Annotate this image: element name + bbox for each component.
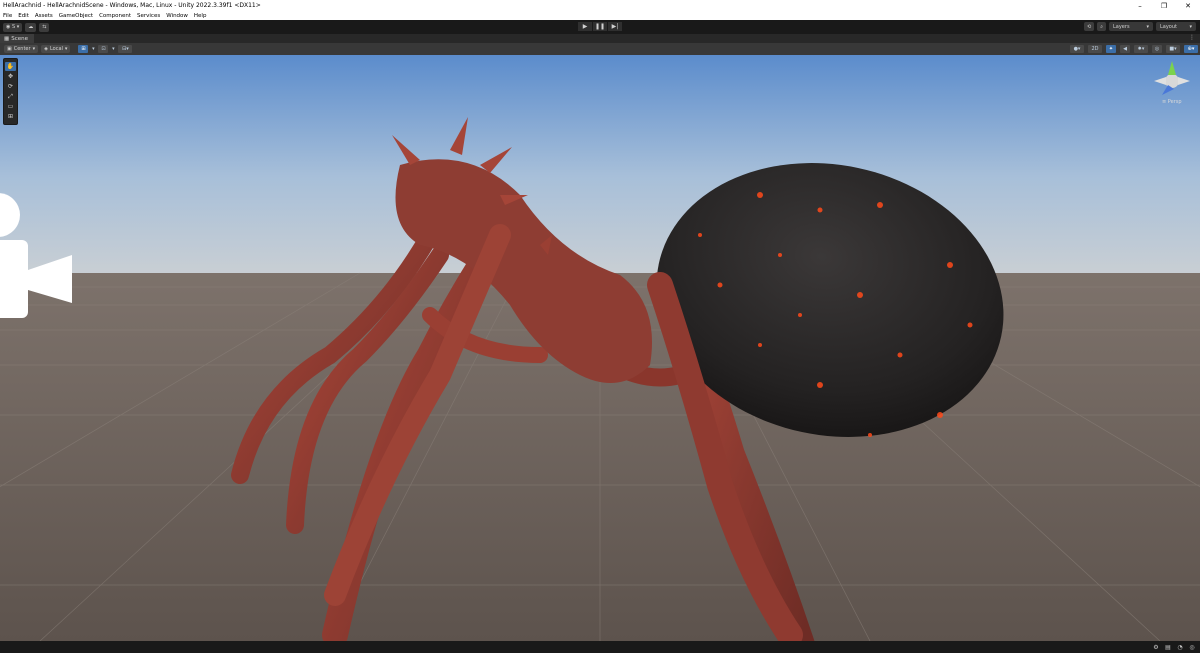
collab-button[interactable]: ⇆ (39, 22, 50, 32)
hand-tool-icon[interactable]: ✋ (5, 62, 16, 71)
menu-help[interactable]: Help (194, 13, 207, 19)
chevron-down-icon: ▾ (1146, 23, 1149, 30)
account-button[interactable]: ◉ S ▾ (3, 22, 23, 32)
editor-tab-bar: ▦ Scene (0, 34, 1200, 43)
hidden-objects-toggle[interactable]: ◎ (1152, 45, 1162, 53)
step-button[interactable]: ▶| (608, 22, 622, 31)
layout-dropdown[interactable]: Layout ▾ (1156, 22, 1196, 31)
layers-dropdown[interactable]: Layers ▾ (1109, 22, 1153, 31)
layout-label: Layout (1160, 23, 1177, 30)
chevron-down-icon: ▾ (15, 24, 20, 30)
close-button[interactable]: ✕ (1176, 0, 1200, 11)
audio-toggle[interactable]: ◀ (1120, 45, 1130, 53)
shading-sphere-icon: ●▾ (1073, 46, 1081, 52)
local-space-icon: ◈ (44, 46, 48, 52)
tab-more-menu[interactable]: ⋮ (1189, 34, 1195, 41)
increment-snap-toggle[interactable]: ⊡ (98, 45, 109, 53)
rect-tool-icon[interactable]: ▭ (5, 102, 16, 111)
pause-button[interactable]: ❚❚ (593, 22, 607, 31)
chevron-down-icon: ▾ (112, 46, 115, 52)
search-icon: ⌕ (1100, 23, 1103, 30)
window-title: HellArachnid - HellArachnidScene - Windo… (3, 2, 261, 9)
menu-bar: File Edit Assets GameObject Component Se… (0, 11, 1200, 20)
speaker-icon: ◀ (1123, 46, 1127, 52)
scene-toolbar: ▣ Center ▾ ◈ Local ▾ ⊞ ▾ ⊡ ▾ ⊟▾ (0, 43, 1200, 55)
menu-edit[interactable]: Edit (18, 13, 29, 19)
rotate-tool-icon[interactable]: ⟳ (5, 82, 16, 91)
eye-slash-icon: ◎ (1154, 46, 1160, 52)
grid-snap-toggle[interactable]: ⊞ (78, 45, 89, 53)
gizmos-dropdown[interactable]: ⊕▾ (1184, 45, 1198, 53)
scale-tool-icon[interactable]: ⤢ (5, 92, 16, 101)
status-bar (0, 641, 1200, 653)
move-tool-icon[interactable]: ✥ (5, 72, 16, 81)
effects-dropdown[interactable]: ✸▾ (1134, 45, 1148, 53)
projection-toggle[interactable]: ≡ Persp (1162, 99, 1182, 105)
tab-scene-label: Scene (11, 35, 28, 42)
cloud-button[interactable]: ☁ (25, 22, 37, 32)
menu-services[interactable]: Services (137, 13, 160, 19)
lighting-bake-icon[interactable]: ◔ (1176, 643, 1184, 651)
toolbar-right: ⟲ ⌕ Layers ▾ Layout ▾ (1083, 22, 1196, 31)
camera-icon: ■▾ (1169, 46, 1177, 52)
debug-icon[interactable]: ⚙ (1152, 643, 1160, 651)
pivot-dropdown[interactable]: ▣ Center ▾ (4, 45, 39, 53)
grid-icon: ▦ (4, 35, 10, 42)
pivot-label: Center (13, 46, 31, 52)
status-icons: ⚙ ▤ ◔ ◎ (1152, 643, 1196, 651)
draw-mode-dropdown[interactable]: ●▾ (1070, 45, 1084, 53)
grid-visibility-button[interactable]: ⊟▾ (118, 45, 133, 53)
grid-lines-icon: ⊟▾ (122, 46, 129, 52)
menu-file[interactable]: File (3, 13, 12, 19)
menu-gameobject[interactable]: GameObject (59, 13, 93, 19)
toggle-2d-label: 2D (1091, 46, 1099, 52)
toggle-2d-button[interactable]: 2D (1088, 45, 1102, 53)
minimize-button[interactable]: – (1128, 0, 1152, 11)
menu-window[interactable]: Window (166, 13, 188, 19)
chevron-down-icon: ▾ (64, 46, 68, 52)
skybox (0, 55, 1200, 275)
lighting-toggle[interactable]: ✦ (1106, 45, 1116, 53)
chevron-down-icon: ▾ (32, 46, 36, 52)
history-icon: ⟲ (1086, 23, 1092, 30)
collab-icon: ⇆ (42, 24, 47, 30)
play-controls: ▶ ❚❚ ▶| (578, 22, 622, 31)
transform-tool-palette: ✋ ✥ ⟳ ⤢ ▭ ⊞ (3, 58, 18, 125)
menu-assets[interactable]: Assets (35, 13, 53, 19)
chevron-down-icon: ▾ (92, 46, 95, 52)
scene-render[interactable] (0, 55, 1200, 641)
window-title-bar: HellArachnid - HellArachnidScene - Windo… (0, 0, 1200, 11)
play-button[interactable]: ▶ (578, 22, 592, 31)
menu-component[interactable]: Component (99, 13, 131, 19)
window-controls: – ❐ ✕ (1128, 0, 1200, 11)
space-label: Local (49, 46, 63, 52)
space-dropdown[interactable]: ◈ Local ▾ (41, 45, 71, 53)
transform-tool-icon[interactable]: ⊞ (5, 112, 16, 121)
scene-viewport[interactable] (0, 55, 1200, 641)
pivot-icon: ▣ (7, 46, 12, 52)
maximize-button[interactable]: ❐ (1152, 0, 1176, 11)
network-icon[interactable]: ▤ (1164, 643, 1172, 651)
chevron-down-icon: ▾ (1189, 23, 1192, 30)
effects-icon: ✸▾ (1137, 46, 1145, 52)
increment-snap-menu[interactable]: ▾ (110, 45, 116, 53)
scene-view-options: ●▾ 2D ✦ ◀ ✸▾ ◎ ■▾ ⊕▾ (1068, 45, 1198, 53)
grid-snap-icon: ⊞ (81, 46, 86, 52)
cloud-icon: ☁ (28, 24, 34, 30)
increment-snap-icon: ⊡ (101, 46, 106, 52)
layers-label: Layers (1113, 23, 1130, 30)
undo-history-button[interactable]: ⟲ (1083, 22, 1095, 31)
search-button[interactable]: ⌕ (1097, 22, 1106, 31)
tab-scene[interactable]: ▦ Scene (0, 34, 34, 43)
camera-settings-dropdown[interactable]: ■▾ (1166, 45, 1180, 53)
progress-icon[interactable]: ◎ (1188, 643, 1196, 651)
light-bulb-icon: ✦ (1108, 46, 1114, 52)
gizmos-icon: ⊕▾ (1187, 46, 1195, 52)
grid-snap-menu[interactable]: ▾ (90, 45, 96, 53)
